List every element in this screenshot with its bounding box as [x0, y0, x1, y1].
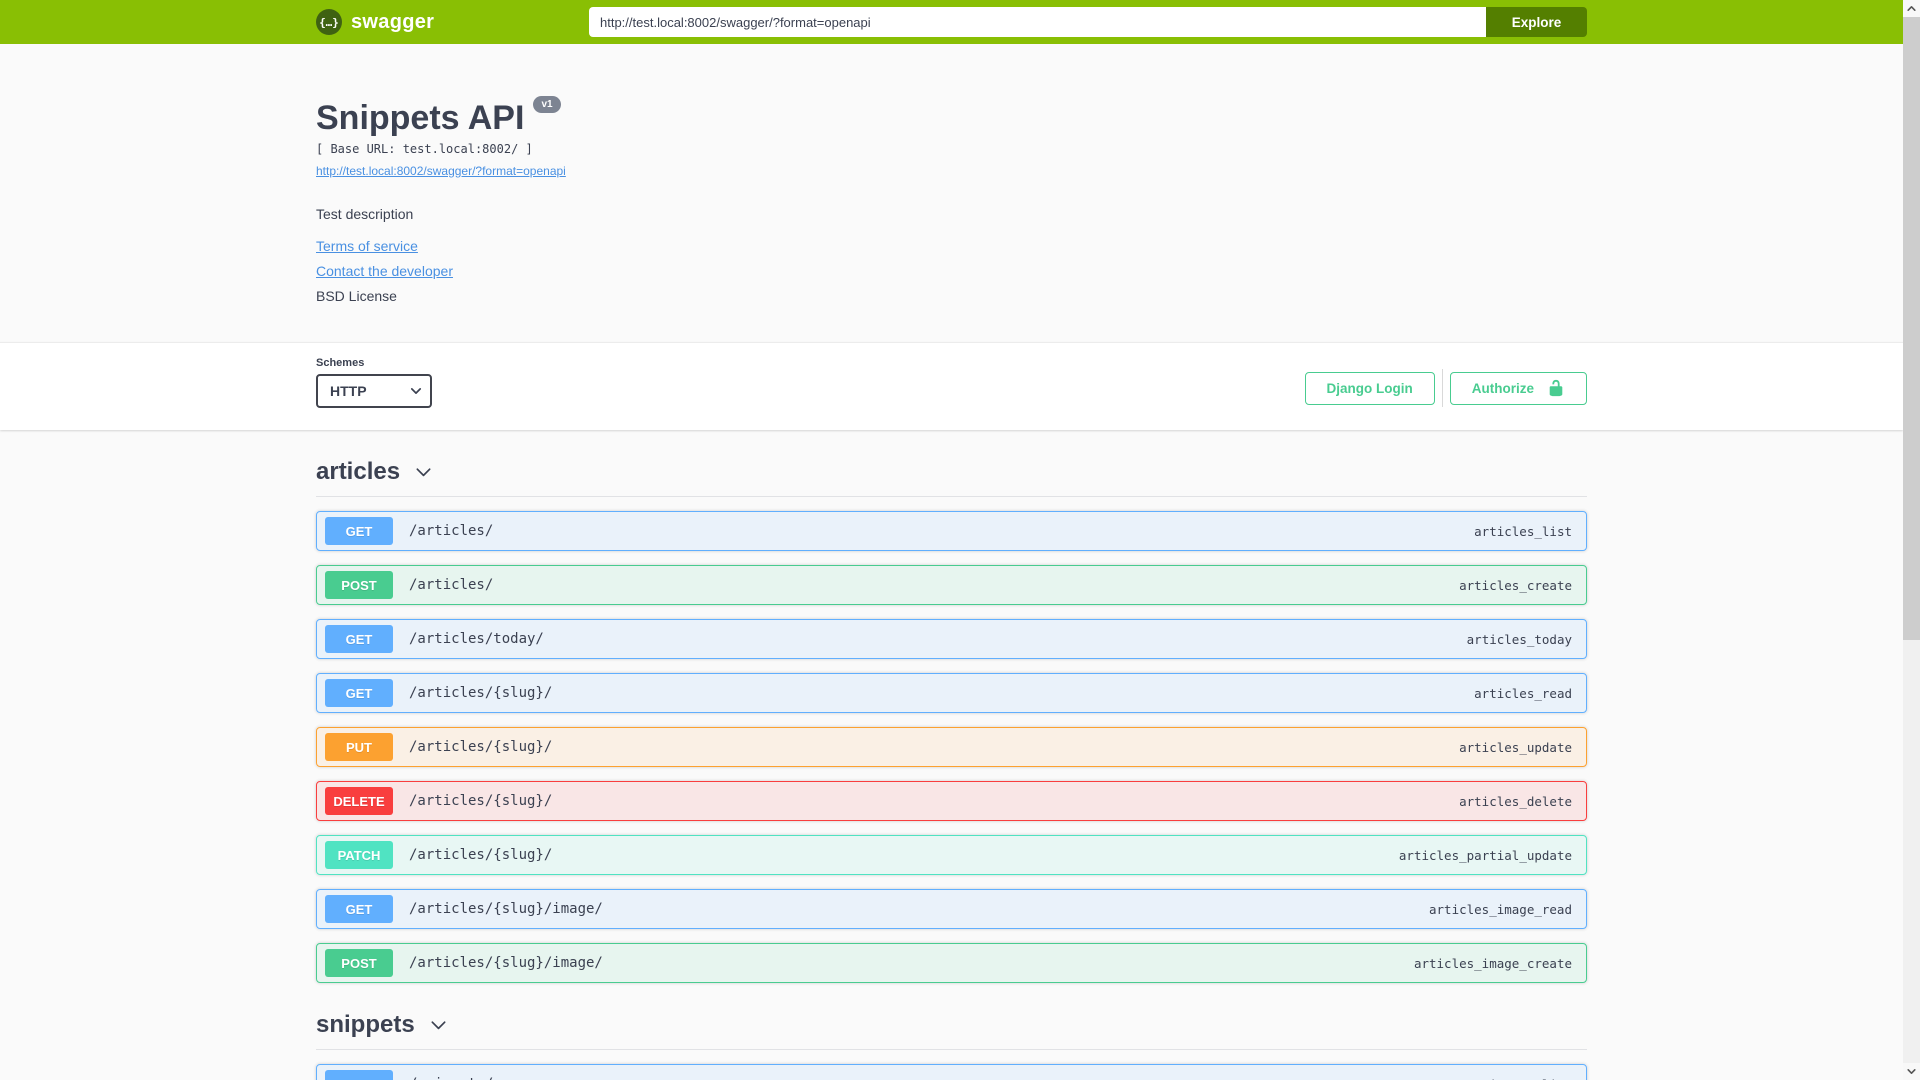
- endpoint-row[interactable]: GET/snippets/snippets_list: [316, 1064, 1587, 1080]
- section-title: articles: [316, 458, 401, 485]
- base-url: [ Base URL: test.local:8002/ ]: [316, 142, 533, 156]
- endpoint-row[interactable]: GET/articles/{slug}/ articles_read: [316, 673, 1587, 713]
- endpoint-row[interactable]: POST/articles/articles_create: [316, 565, 1587, 605]
- method-badge: GET: [325, 1070, 393, 1080]
- schemes-block: Schemes HTTP: [316, 357, 432, 408]
- swagger-braces-icon: {…}: [316, 9, 342, 35]
- method-badge: GET: [325, 517, 393, 545]
- django-login-button[interactable]: Django Login: [1304, 371, 1435, 405]
- operation-id: articles_image_create: [1413, 955, 1572, 971]
- endpoint-row[interactable]: PATCH/articles/{slug}/ articles_partial_u…: [316, 835, 1587, 875]
- method-badge: GET: [325, 679, 393, 707]
- unlock-icon: [1549, 379, 1563, 397]
- authorize-label: Authorize: [1471, 380, 1534, 396]
- django-login-label: Django Login: [1326, 380, 1413, 396]
- schemes-label: Schemes: [316, 357, 365, 369]
- operation-id: articles_list: [1474, 523, 1572, 539]
- contact-developer-link[interactable]: Contact the developer: [316, 263, 453, 279]
- method-badge: PATCH: [325, 841, 393, 869]
- method-badge: POST: [325, 949, 393, 977]
- api-description: Test description: [316, 206, 414, 222]
- method-badge: GET: [325, 895, 393, 923]
- operation-id: articles_today: [1466, 631, 1572, 647]
- authorize-button[interactable]: Authorize: [1449, 371, 1587, 405]
- page-title: Snippets API v1: [316, 96, 1587, 138]
- operation-id: articles_create: [1459, 577, 1572, 593]
- endpoint-path: /articles/{slug}/: [409, 685, 553, 701]
- endpoint-row[interactable]: PUT/articles/{slug}/ articles_update: [316, 727, 1587, 767]
- chevron-up-icon: [1907, 6, 1916, 11]
- operation-id: articles_delete: [1459, 793, 1572, 809]
- method-badge: PUT: [325, 733, 393, 761]
- operations-section: articles GET/articles/articles_list POST/a…: [0, 430, 1903, 1080]
- endpoint-path: /snippets/: [409, 1076, 493, 1080]
- version-badge: v1: [533, 96, 561, 113]
- method-badge: DELETE: [325, 787, 393, 815]
- auth-wrapper: Django Login Authorize: [1304, 369, 1587, 407]
- auth-divider: [1441, 369, 1443, 407]
- endpoint-row[interactable]: POST/articles/{slug}/image/articles_imag…: [316, 943, 1587, 983]
- explore-button[interactable]: Explore: [1486, 7, 1587, 37]
- endpoint-path: /articles/: [409, 523, 494, 539]
- schemes-select[interactable]: HTTP: [316, 374, 432, 408]
- spec-link[interactable]: http://test.local:8002/swagger/?format=o…: [316, 164, 566, 178]
- operation-id: snippets_list: [1474, 1077, 1572, 1080]
- endpoint-path: /articles/: [409, 577, 494, 593]
- endpoint-path: /articles/{slug}/image/: [409, 901, 603, 917]
- section-header-snippets[interactable]: snippets: [316, 1011, 1587, 1050]
- operation-id: articles_read: [1474, 685, 1572, 701]
- download-url-group: Explore: [589, 7, 1587, 37]
- chevron-down-icon: [1907, 1069, 1916, 1074]
- scrollbar[interactable]: [1903, 0, 1920, 1080]
- endpoint-path: /articles/{slug}/image/: [409, 955, 603, 971]
- scheme-section: Schemes HTTP Django Login Authorize: [0, 342, 1903, 430]
- chevron-down-icon: [416, 467, 431, 476]
- scroll-up-button[interactable]: [1903, 0, 1920, 17]
- operation-id: articles_update: [1459, 739, 1572, 755]
- chevron-down-icon: [431, 1020, 446, 1029]
- swagger-logo-text: swagger: [351, 10, 435, 33]
- section-title: snippets: [316, 1011, 415, 1038]
- endpoint-row[interactable]: GET/articles/today/articles_today: [316, 619, 1587, 659]
- endpoint-path: /articles/{slug}/: [409, 739, 553, 755]
- api-section-articles: articles GET/articles/articles_list POST/a…: [316, 458, 1587, 983]
- endpoint-row[interactable]: GET/articles/{slug}/image/articles_image…: [316, 889, 1587, 929]
- endpoint-row[interactable]: DELETE/articles/{slug}/ articles_delete: [316, 781, 1587, 821]
- operation-id: articles_partial_update: [1398, 847, 1572, 863]
- endpoint-row[interactable]: GET/articles/articles_list: [316, 511, 1587, 551]
- api-title-text: Snippets API: [316, 99, 525, 137]
- operation-id: articles_image_read: [1429, 901, 1572, 917]
- endpoint-path: /articles/today/: [409, 631, 544, 647]
- info-section: Snippets API v1 [ Base URL: test.local:80…: [0, 44, 1903, 342]
- section-header-articles[interactable]: articles: [316, 458, 1587, 497]
- topbar: {…} swagger Explore: [0, 0, 1903, 44]
- swagger-logo[interactable]: {…} swagger: [316, 9, 434, 35]
- scroll-thumb[interactable]: [1903, 17, 1920, 640]
- license-text: BSD License: [316, 288, 397, 304]
- endpoint-path: /articles/{slug}/: [409, 793, 553, 809]
- endpoint-path: /articles/{slug}/: [409, 847, 553, 863]
- method-badge: GET: [325, 625, 393, 653]
- terms-of-service-link[interactable]: Terms of service: [316, 238, 418, 254]
- api-section-snippets: snippets GET/snippets/snippets_list: [316, 1011, 1587, 1080]
- method-badge: POST: [325, 571, 393, 599]
- scroll-down-button[interactable]: [1903, 1063, 1920, 1080]
- url-input[interactable]: [589, 7, 1486, 37]
